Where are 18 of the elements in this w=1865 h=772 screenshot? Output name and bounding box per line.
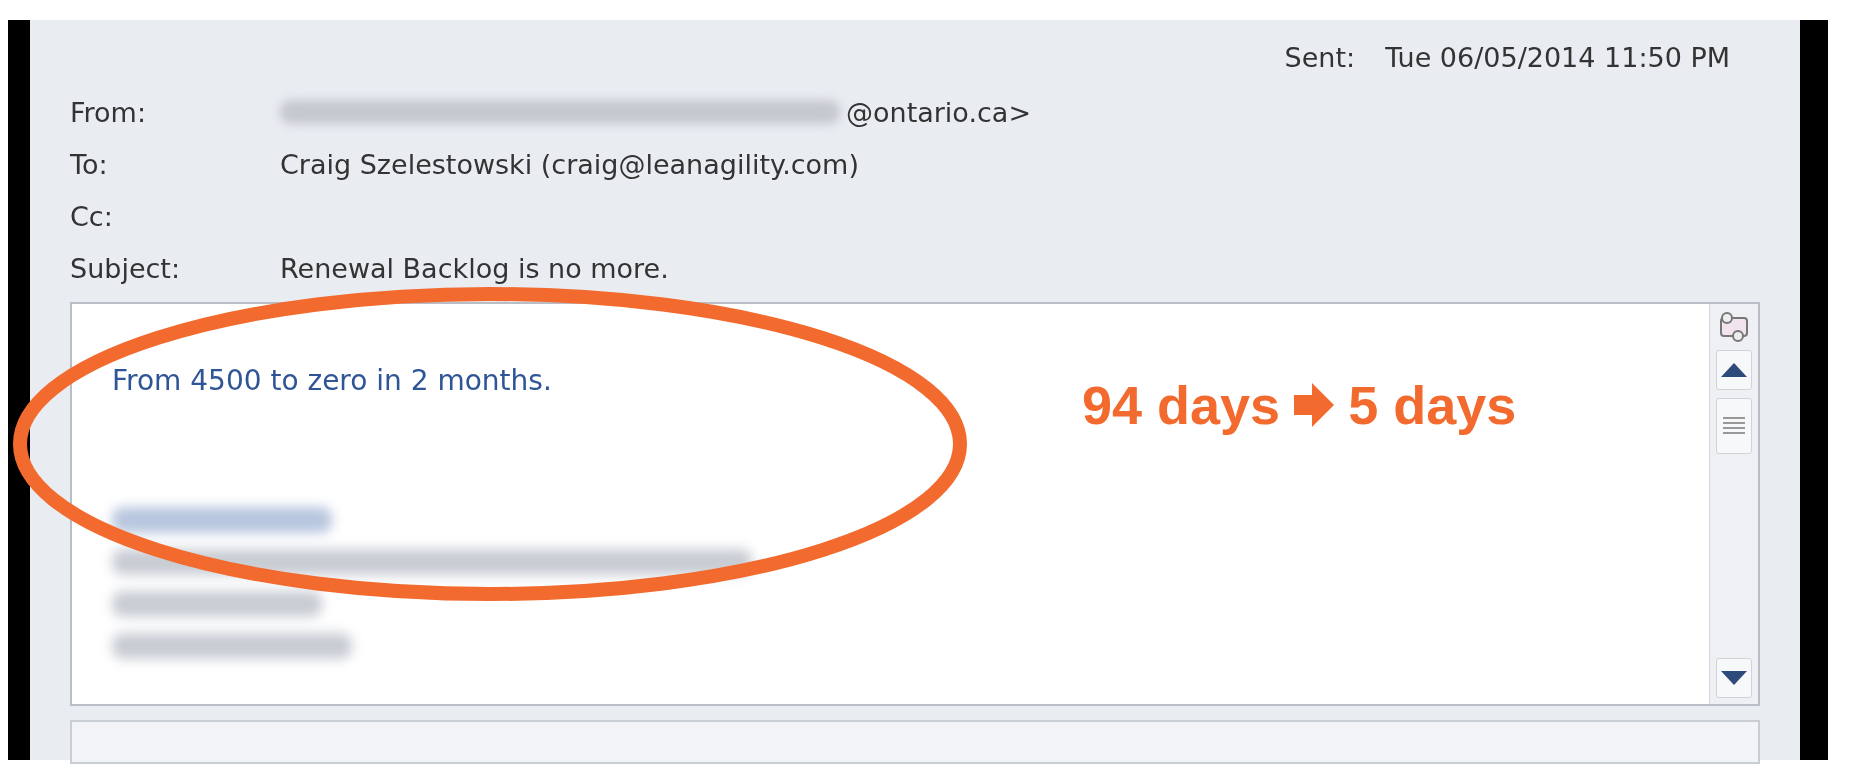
sent-date: Tue 06/05/2014 11:50 PM [1385, 42, 1730, 75]
annotation-text: 5 days [1348, 374, 1517, 436]
field-label: Subject: [70, 252, 182, 284]
scroll-up-button[interactable] [1716, 350, 1752, 390]
field-label: Cc: [70, 200, 114, 232]
scroll-thumb[interactable] [1716, 398, 1752, 454]
sender-address: @ontario.ca> [846, 96, 1031, 128]
scroll-down-button[interactable] [1716, 658, 1752, 698]
annotation-text: 94 days [1082, 374, 1281, 436]
field-value: Renewal Backlog is no more. [280, 252, 669, 284]
triangle-down-icon [1721, 671, 1747, 685]
field-label: To: [70, 148, 109, 180]
message-text: From 4500 to zero in 2 months. [112, 364, 552, 397]
field-value: Craig Szelestowski (craig@leanagility.com) [280, 148, 859, 180]
sent-label: Sent: [1284, 42, 1356, 75]
arrow-icon [1294, 383, 1335, 427]
triangle-up-icon [1721, 363, 1747, 377]
field-label: From: [70, 96, 147, 128]
